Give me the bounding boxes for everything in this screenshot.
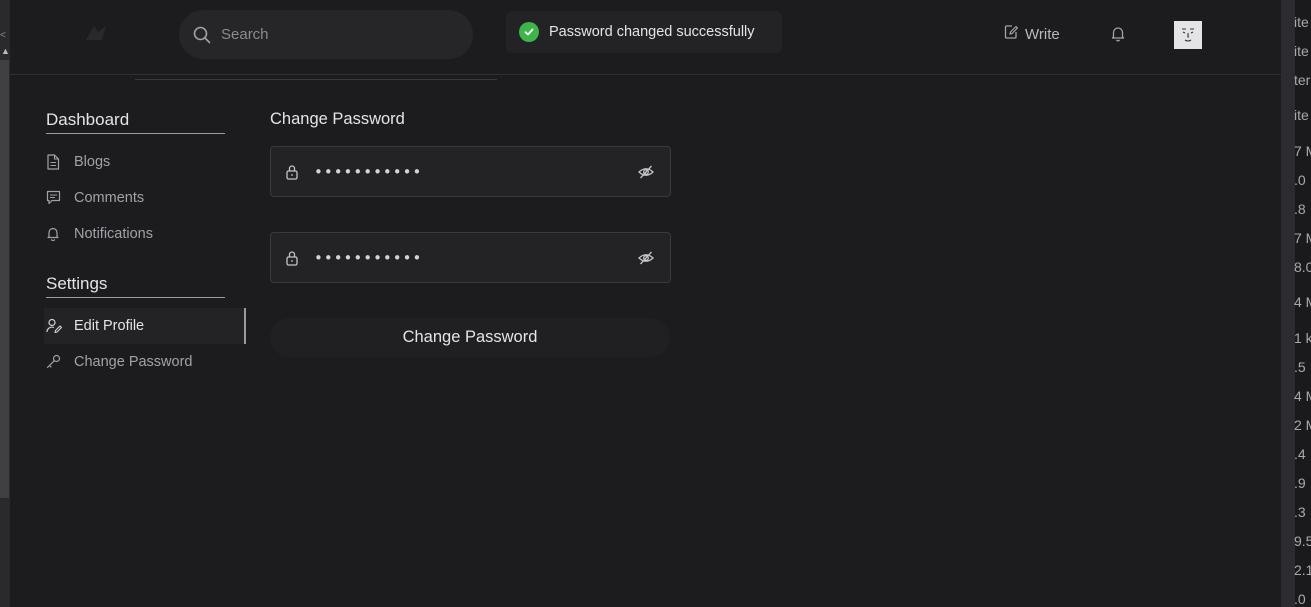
check-circle-icon [519, 22, 539, 42]
eye-off-icon[interactable] [638, 164, 654, 180]
right-panel-text-fragment: .5 [1294, 359, 1306, 375]
right-panel-text-fragment: 7 M [1294, 143, 1311, 159]
current-password-field [270, 146, 671, 197]
edit-icon [1003, 24, 1019, 45]
lock-icon [285, 250, 299, 266]
search-icon [193, 26, 211, 44]
sidebar-item-label: Edit Profile [74, 318, 145, 334]
notifications-bell-icon[interactable] [1110, 25, 1126, 47]
right-panel-text-fragment: ite [1294, 14, 1309, 30]
user-edit-icon [46, 318, 62, 334]
current-password-input[interactable] [314, 162, 614, 181]
search-input[interactable] [221, 26, 441, 43]
key-icon [46, 354, 62, 370]
right-panel-text-fragment: 9.5 [1294, 533, 1311, 549]
sidebar-item-change-password[interactable]: Change Password [46, 344, 246, 380]
new-password-field [270, 232, 671, 283]
sidebar-item-edit-profile[interactable]: Edit Profile [44, 308, 246, 344]
sidebar-item-label: Change Password [74, 354, 193, 370]
success-toast: Password changed successfully [506, 11, 782, 53]
scrollbar-thumb[interactable] [0, 60, 9, 498]
right-panel-text-fragment: 7 M [1294, 230, 1311, 246]
right-panel-text-fragment: .4 [1294, 446, 1306, 462]
write-button[interactable]: Write [1003, 22, 1060, 46]
right-panel-text-fragment: 8.0 [1294, 259, 1311, 275]
right-panel-text-fragment: .0 [1294, 591, 1306, 607]
right-panel-text-fragment: .0 [1294, 172, 1306, 188]
sidebar-item-blogs[interactable]: Blogs [46, 144, 246, 180]
sidebar-item-comments[interactable]: Comments [46, 180, 246, 216]
divider [135, 79, 497, 80]
top-header: Password changed successfully Write [10, 0, 1281, 75]
dashboard-section-title: Dashboard [46, 110, 225, 134]
right-panel-text-fragment: ite [1294, 43, 1309, 59]
right-panel-text-fragment: .9 [1294, 475, 1306, 491]
right-panel-text-fragment: .3 [1294, 504, 1306, 520]
change-password-button[interactable]: Change Password [270, 318, 670, 357]
settings-section-title: Settings [46, 274, 225, 298]
sidebar-item-label: Notifications [74, 226, 153, 242]
left-scrollbar[interactable]: < ▲ [0, 0, 10, 607]
search-bar [179, 10, 473, 59]
form-title: Change Password [270, 110, 405, 128]
write-label: Write [1025, 25, 1060, 43]
new-password-input[interactable] [314, 248, 614, 267]
sidebar-item-notifications[interactable]: Notifications [46, 216, 246, 252]
bell-icon [46, 226, 62, 242]
right-panel-text-fragment: 1 k [1294, 330, 1311, 346]
right-panel-text-fragment: ite [1294, 107, 1309, 123]
eye-off-icon[interactable] [638, 250, 654, 266]
settings-sidebar: Dashboard Blogs Comments Notifications S… [44, 110, 246, 380]
right-panel-text-fragment: 4 M [1294, 294, 1311, 310]
sidebar-item-label: Blogs [74, 154, 111, 170]
sidebar-item-label: Comments [74, 190, 145, 206]
scroll-edge-mark: < [0, 30, 6, 41]
right-panel-scrollbar[interactable] [1281, 0, 1295, 607]
logo-icon[interactable] [82, 22, 110, 46]
user-avatar[interactable] [1174, 21, 1202, 49]
document-icon [46, 154, 62, 170]
scroll-up-icon[interactable]: ▲ [1, 46, 10, 56]
right-panel-text-fragment: ter [1294, 72, 1311, 88]
change-password-form: Change Password Change Password [270, 110, 672, 357]
right-panel-text-fragment: .8 [1294, 201, 1306, 217]
right-panel-text-fragment: 2.1 [1294, 562, 1311, 578]
lock-icon [285, 164, 299, 180]
right-panel-text-fragment: 4 M [1294, 388, 1311, 404]
right-panel-text-fragment: 2 M [1294, 417, 1311, 433]
right-side-panel: ite ite ter ite 7 M .0 .8 7 M 8.0 4 M 1 k .5 4 M 2 M.… [1281, 0, 1311, 607]
comment-icon [46, 190, 62, 206]
toast-message: Password changed successfully [549, 24, 755, 40]
